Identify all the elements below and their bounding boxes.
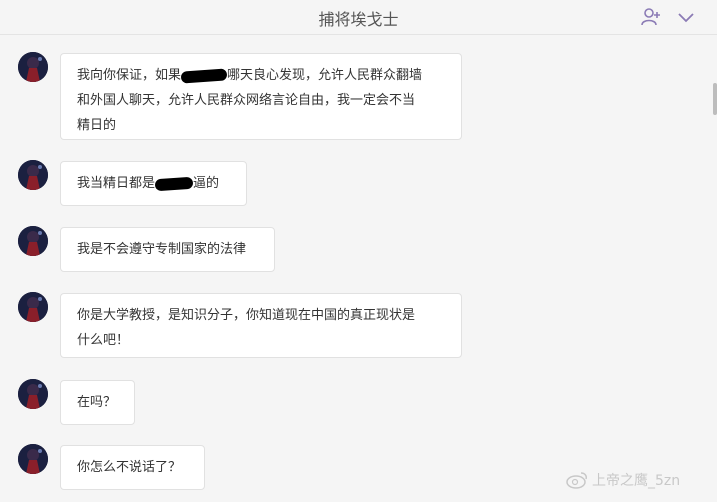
avatar[interactable] — [18, 444, 48, 474]
message-bubble: 我是不会遵守专制国家的法律 — [60, 227, 275, 272]
message-text: 哪天良心发现，允许人民群众翻墙 — [227, 68, 423, 83]
message-text: 逼的 — [193, 176, 220, 191]
avatar[interactable] — [18, 160, 48, 190]
chat-title: 捕将埃戈士 — [318, 10, 399, 29]
message-text: 在吗？ — [77, 395, 117, 410]
message-bubble: 你是大学教授，是知识分子，你知道现在中国的真正现状是 什么吧！ — [60, 293, 462, 358]
message-text: 什么吧！ — [77, 333, 130, 348]
message-text: 你怎么不说话了？ — [77, 460, 182, 475]
chevron-down-icon[interactable] — [675, 6, 697, 28]
weibo-icon — [566, 472, 587, 489]
add-user-icon[interactable] — [640, 6, 662, 28]
scrollbar-thumb[interactable] — [713, 83, 717, 115]
redaction-mark — [180, 67, 228, 84]
message-text: 我是不会遵守专制国家的法律 — [77, 242, 247, 257]
chat-header: 捕将埃戈士 — [0, 0, 717, 35]
avatar[interactable] — [18, 226, 48, 256]
avatar[interactable] — [18, 292, 48, 322]
message-text: 我当精日都是 — [77, 176, 156, 191]
avatar[interactable] — [18, 379, 48, 409]
message-text: 我向你保证，如果 — [77, 68, 182, 83]
message-bubble: 我当精日都是 逼的 — [60, 161, 247, 206]
message-bubble: 我向你保证，如果 哪天良心发现，允许人民群众翻墙 和外国人聊天，允许人民群众网络言… — [60, 53, 462, 140]
redaction-mark — [154, 176, 194, 191]
avatar[interactable] — [18, 52, 48, 82]
watermark: 上帝之鹰_5zn — [566, 470, 680, 490]
watermark-text: 上帝之鹰_5zn — [592, 473, 681, 489]
message-text: 你是大学教授，是知识分子，你知道现在中国的真正现状是 — [77, 308, 416, 323]
message-bubble: 在吗？ — [60, 380, 135, 425]
message-text: 精日的 — [77, 118, 117, 133]
message-bubble: 你怎么不说话了？ — [60, 445, 205, 490]
message-text: 和外国人聊天，允许人民群众网络言论自由，我一定会不当 — [77, 93, 416, 108]
